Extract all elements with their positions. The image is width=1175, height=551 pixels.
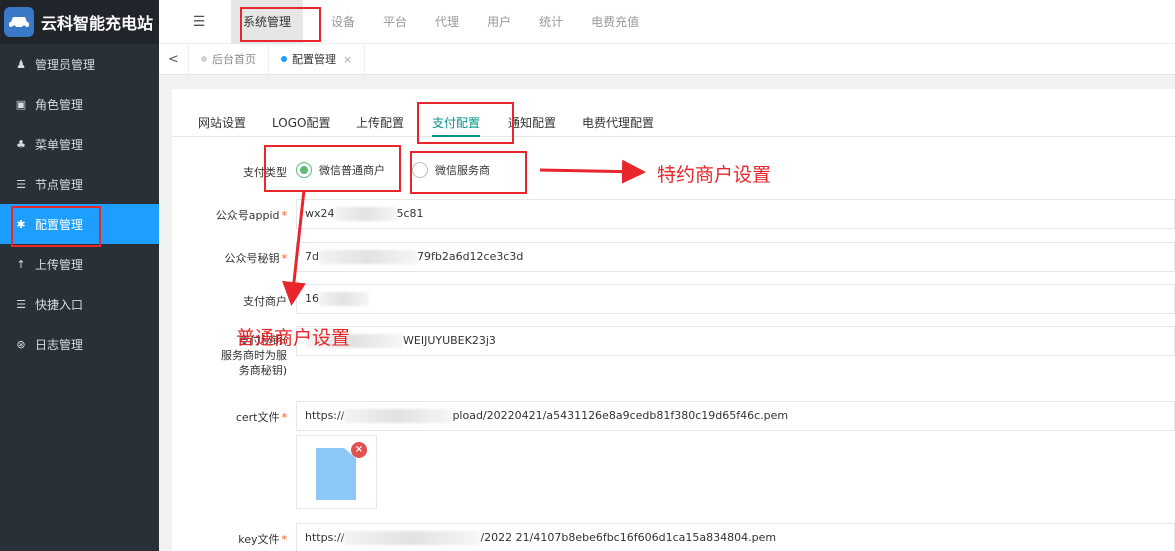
merchant-value-start: 16 bbox=[305, 292, 319, 305]
sidebar-item-label: 菜单管理 bbox=[35, 137, 84, 152]
secret-value-start: 7d bbox=[305, 250, 319, 263]
annotation-special-merchant: 特约商户设置 bbox=[657, 164, 772, 186]
annotation-normal-merchant: 普通商户设置 bbox=[236, 327, 351, 349]
sidebar-item-label: 角色管理 bbox=[35, 97, 84, 112]
keyfile-input[interactable]: https:// /2022 21/4107b8ebe6fbc16f606d1ca… bbox=[296, 523, 1175, 551]
keyfile-value-end: /2022 21/4107b8ebe6fbc16f606d1ca15a83480… bbox=[480, 531, 777, 544]
merchant-input[interactable]: 16 bbox=[296, 284, 1175, 314]
sidebar-item-label: 日志管理 bbox=[35, 337, 84, 352]
chevron-left-icon[interactable]: < bbox=[159, 44, 189, 74]
appid-label: 公众号appid * bbox=[215, 209, 287, 222]
topnav-recharge[interactable]: 电费充值 bbox=[591, 0, 639, 44]
role-icon: ▣ bbox=[15, 97, 27, 111]
secret-input[interactable]: 7d 79fb2a6d12ce3c3d bbox=[296, 242, 1175, 272]
radio-service-provider[interactable]: 微信服务商 bbox=[412, 162, 490, 178]
user-icon: ♟ bbox=[16, 57, 26, 71]
page-tabs: < 后台首页 配置管理 × bbox=[159, 44, 1175, 75]
sidebar-item-nodes[interactable]: ☰ 节点管理 bbox=[0, 164, 159, 204]
close-icon[interactable]: × bbox=[343, 53, 352, 66]
sidebar-item-roles[interactable]: ▣ 角色管理 bbox=[0, 84, 159, 124]
topnav-system[interactable]: 系统管理 bbox=[231, 0, 304, 44]
sidebar-item-admins[interactable]: ♟ 管理员管理 bbox=[0, 44, 159, 84]
subtab-payment[interactable]: 支付配置 bbox=[432, 109, 481, 137]
sidebar-item-shortcuts[interactable]: ☰ 快捷入口 bbox=[0, 284, 159, 324]
redacted-mask bbox=[344, 409, 453, 423]
sidebar-menu: ♟ 管理员管理 ▣ 角色管理 ♣ 菜单管理 ☰ 节点管理 ✱ 配置管理 ↑ 上传… bbox=[0, 44, 159, 364]
pay-key-input[interactable]: WEIJUYUBEK23j3 bbox=[296, 326, 1175, 356]
radio-label: 微信普通商户 bbox=[319, 164, 385, 177]
tree-icon: ♣ bbox=[16, 137, 26, 151]
redacted-mask bbox=[319, 292, 369, 306]
subtab-notify[interactable]: 通知配置 bbox=[508, 109, 556, 137]
radio-label: 微信服务商 bbox=[435, 164, 490, 177]
config-subtabs: 网站设置 LOGO配置 上传配置 支付配置 通知配置 电费代理配置 bbox=[172, 109, 1175, 137]
topnav-platform[interactable]: 平台 bbox=[383, 0, 407, 44]
tab-home-label: 后台首页 bbox=[212, 53, 256, 66]
tab-config[interactable]: 配置管理 × bbox=[269, 44, 366, 74]
menu-toggle-icon[interactable]: ☰ bbox=[159, 14, 239, 30]
list-icon: ☰ bbox=[16, 177, 26, 191]
cert-input[interactable]: https:// pload/20220421/a5431126e8a9cedb8… bbox=[296, 401, 1175, 431]
log-icon: ⊛ bbox=[16, 337, 26, 351]
sidebar-item-label: 配置管理 bbox=[35, 217, 84, 232]
appid-value-end: 5c81 bbox=[396, 207, 424, 220]
keyfile-value-start: https:// bbox=[305, 531, 345, 544]
delete-file-icon[interactable]: × bbox=[351, 442, 367, 458]
config-card: 网站设置 LOGO配置 上传配置 支付配置 通知配置 电费代理配置 支付类型 微… bbox=[172, 89, 1175, 551]
sidebar-item-label: 管理员管理 bbox=[35, 57, 96, 72]
redacted-mask bbox=[344, 531, 481, 545]
topnav-users[interactable]: 用户 bbox=[487, 0, 511, 44]
topnav-stats[interactable]: 统计 bbox=[539, 0, 563, 44]
sidebar: 云科智能充电站 ♟ 管理员管理 ▣ 角色管理 ♣ 菜单管理 ☰ 节点管理 ✱ 配… bbox=[0, 0, 159, 551]
brand-title: 云科智能充电站 bbox=[41, 14, 154, 33]
cert-label: cert文件 * bbox=[235, 411, 287, 424]
file-icon bbox=[316, 448, 356, 500]
sidebar-item-label: 快捷入口 bbox=[35, 297, 84, 312]
tab-config-label: 配置管理 bbox=[292, 53, 336, 66]
car-icon bbox=[4, 7, 34, 37]
cert-value-start: https:// bbox=[305, 409, 345, 422]
list-icon: ☰ bbox=[16, 297, 26, 311]
tab-dot bbox=[201, 56, 207, 62]
top-nav: ☰ 系统管理 设备 平台 代理 用户 统计 电费充值 bbox=[159, 0, 1175, 44]
sidebar-item-label: 节点管理 bbox=[35, 177, 84, 192]
secret-value-end: 79fb2a6d12ce3c3d bbox=[416, 250, 524, 263]
radio-checked-icon bbox=[296, 162, 312, 178]
sidebar-item-uploads[interactable]: ↑ 上传管理 bbox=[0, 244, 159, 284]
subtab-power-agent[interactable]: 电费代理配置 bbox=[582, 109, 654, 137]
subtab-upload[interactable]: 上传配置 bbox=[356, 109, 404, 137]
secret-label: 公众号秘钥 * bbox=[224, 252, 288, 265]
tab-dot bbox=[281, 56, 287, 62]
keyfile-label: key文件 * bbox=[238, 533, 287, 546]
appid-input[interactable]: wx24 5c81 bbox=[296, 199, 1175, 229]
appid-value-start: wx24 bbox=[305, 207, 335, 220]
radio-normal-merchant[interactable]: 微信普通商户 bbox=[296, 162, 385, 178]
brand: 云科智能充电站 bbox=[0, 0, 159, 44]
redacted-mask bbox=[318, 250, 417, 264]
topnav-devices[interactable]: 设备 bbox=[331, 0, 355, 44]
subtab-site[interactable]: 网站设置 bbox=[198, 109, 246, 137]
cert-value-end: pload/20220421/a5431126e8a9cedb81f380c19… bbox=[452, 409, 789, 422]
merchant-label: 支付商户 bbox=[243, 295, 287, 308]
tab-home[interactable]: 后台首页 bbox=[189, 44, 269, 74]
sidebar-item-label: 上传管理 bbox=[35, 257, 84, 272]
subtab-logo[interactable]: LOGO配置 bbox=[272, 109, 330, 137]
redacted-mask bbox=[334, 207, 397, 221]
pay-type-label: 支付类型 bbox=[243, 166, 287, 179]
sidebar-item-logs[interactable]: ⊛ 日志管理 bbox=[0, 324, 159, 364]
radio-unchecked-icon bbox=[412, 162, 428, 178]
upload-icon: ↑ bbox=[16, 257, 26, 271]
pay-key-value-end: WEIJUYUBEK23j3 bbox=[403, 334, 496, 347]
sidebar-item-menus[interactable]: ♣ 菜单管理 bbox=[0, 124, 159, 164]
topnav-agents[interactable]: 代理 bbox=[435, 0, 459, 44]
gear-icon: ✱ bbox=[16, 217, 26, 231]
cert-file-preview[interactable]: × bbox=[296, 435, 377, 509]
sidebar-item-config[interactable]: ✱ 配置管理 bbox=[0, 204, 159, 244]
